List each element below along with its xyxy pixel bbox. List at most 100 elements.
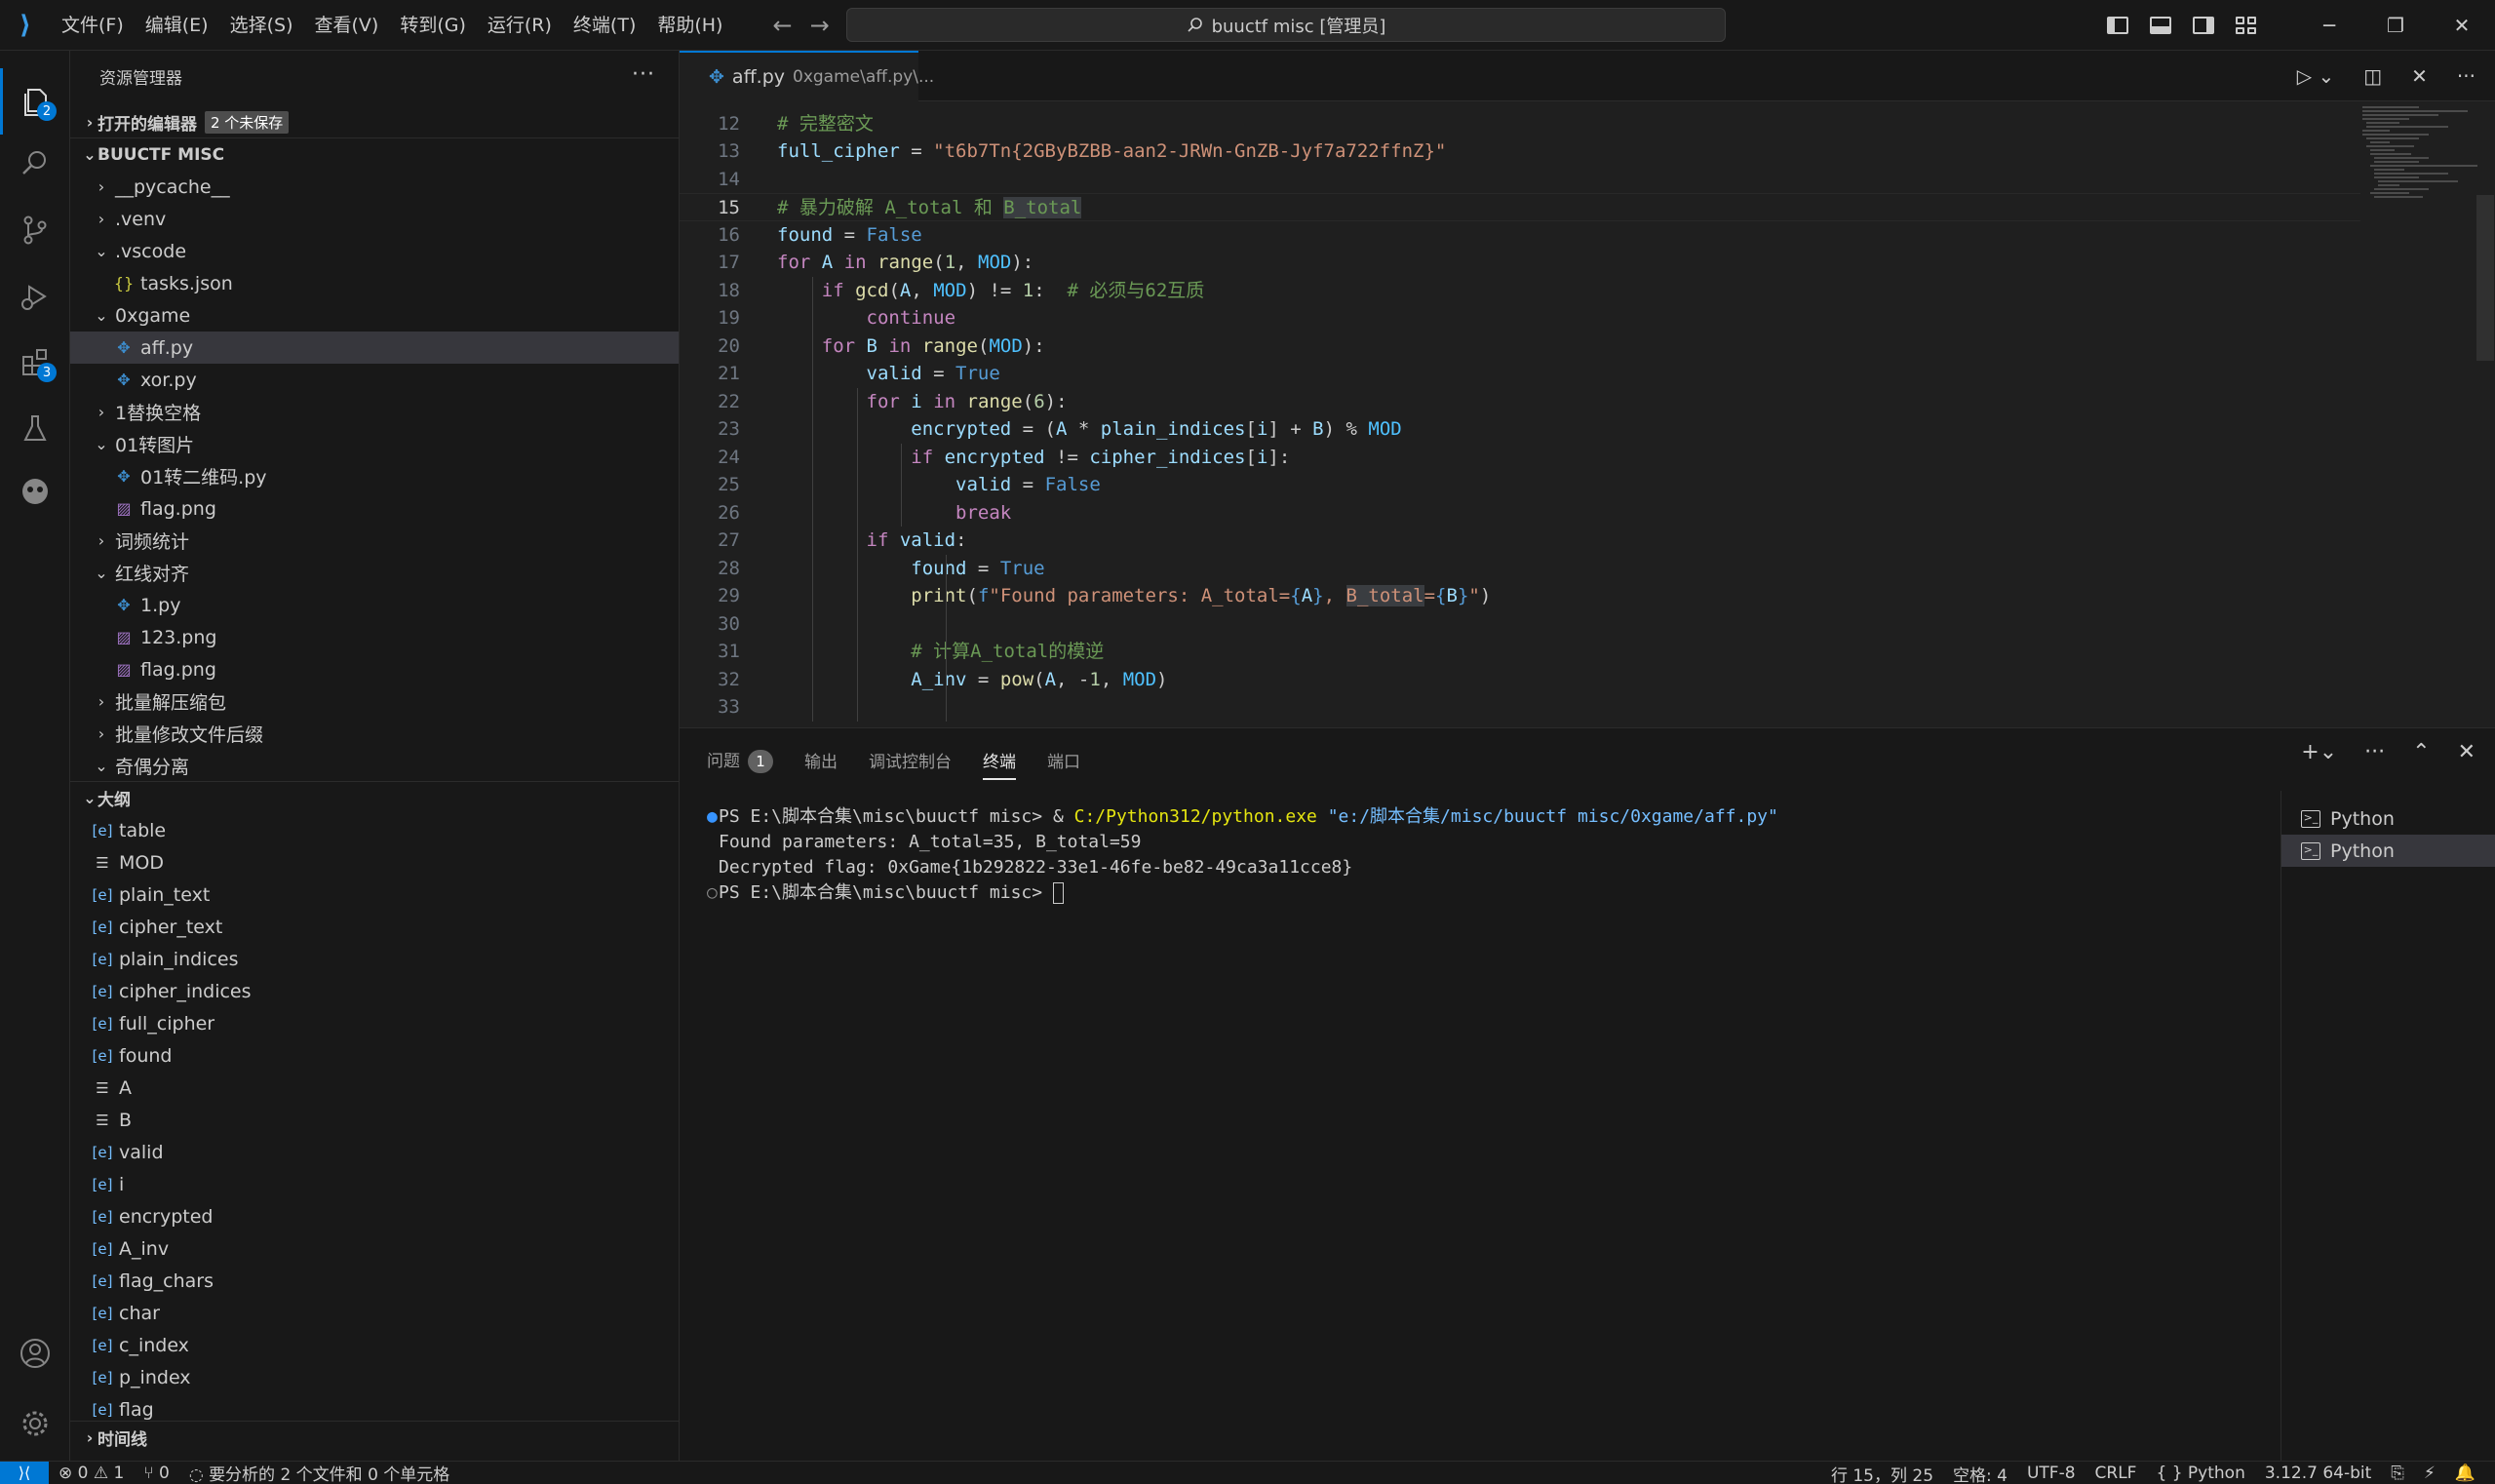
tree-item-flag-png[interactable]: ▨ flag.png: [70, 653, 679, 685]
tree-item-01-py[interactable]: ✥ 01转二维码.py: [70, 460, 679, 492]
menu-file[interactable]: 文件(F): [51, 0, 135, 51]
outline-item[interactable]: ☰ A: [70, 1072, 679, 1104]
tree-item-pycache[interactable]: › __pycache__: [70, 171, 679, 203]
testing-icon[interactable]: [0, 396, 70, 462]
menu-terminal[interactable]: 终端(T): [563, 0, 646, 51]
outline-item[interactable]: [e] cipher_text: [70, 911, 679, 943]
section-outline[interactable]: ⌄ 大纲: [70, 782, 679, 814]
source-control-icon[interactable]: [0, 197, 70, 263]
analysis-status[interactable]: ◌ 要分析的 2 个文件和 0 个单元格: [179, 1461, 460, 1484]
tab-aff-py[interactable]: ✥ aff.py 0xgame\aff.py\...: [680, 51, 934, 101]
tree-item-vscode[interactable]: ⌄ .vscode: [70, 235, 679, 267]
minimap[interactable]: [2360, 101, 2495, 727]
tree-item-venv[interactable]: › .venv: [70, 203, 679, 235]
code-line[interactable]: 22 for i in range(6):: [680, 388, 2360, 416]
code-line[interactable]: 25 valid = False: [680, 471, 2360, 499]
cursor-position[interactable]: 行 15，列 25: [1821, 1462, 1943, 1484]
more-actions-icon[interactable]: ···: [632, 62, 655, 87]
outline-item[interactable]: [e] found: [70, 1039, 679, 1072]
code-line[interactable]: 28 found = True: [680, 555, 2360, 583]
settings-gear-icon[interactable]: [0, 1390, 70, 1457]
code-line[interactable]: 19 continue: [680, 304, 2360, 332]
remote-explorer-icon[interactable]: [0, 458, 70, 525]
outline-item[interactable]: [e] A_inv: [70, 1232, 679, 1265]
close-editor-icon[interactable]: ✕: [2411, 64, 2428, 88]
code-line[interactable]: 17 for A in range(1, MOD):: [680, 249, 2360, 277]
extensions-icon[interactable]: 3: [0, 330, 70, 396]
code-line[interactable]: 18 if gcd(A, MOD) != 1: # 必须与62互质: [680, 277, 2360, 305]
code-line[interactable]: 16 found = False: [680, 221, 2360, 250]
tree-item-item-17[interactable]: › 批量修改文件后缀: [70, 718, 679, 750]
tree-item-1-py[interactable]: ✥ 1.py: [70, 589, 679, 621]
tree-item-aff-py[interactable]: ✥ aff.py: [70, 332, 679, 364]
outline-item[interactable]: [e] i: [70, 1168, 679, 1200]
tree-item-item-12[interactable]: ⌄ 红线对齐: [70, 557, 679, 589]
outline-item[interactable]: [e] cipher_indices: [70, 975, 679, 1007]
command-center[interactable]: buuctf misc [管理员]: [846, 8, 1726, 42]
code-line[interactable]: 20 for B in range(MOD):: [680, 332, 2360, 361]
menu-run[interactable]: 运行(R): [477, 0, 563, 51]
indentation[interactable]: 空格: 4: [1943, 1462, 2017, 1484]
tab-problems[interactable]: 问题 1: [707, 747, 773, 773]
tree-item-0xgame[interactable]: ⌄ 0xgame: [70, 299, 679, 332]
tree-item-123-png[interactable]: ▨ 123.png: [70, 621, 679, 653]
menu-edit[interactable]: 编辑(E): [135, 0, 219, 51]
code-line[interactable]: 14: [680, 166, 2360, 194]
new-terminal-icon[interactable]: +⌄: [2301, 740, 2337, 764]
code-line[interactable]: 12 # 完整密文: [680, 110, 2360, 138]
code-line[interactable]: 15 # 暴力破解 A_total 和 B_total: [680, 193, 2360, 221]
language-mode[interactable]: { } Python: [2146, 1464, 2254, 1483]
code-line[interactable]: 27 if valid:: [680, 527, 2360, 555]
problems-status[interactable]: ⊗ 0 ⚠ 1: [49, 1464, 134, 1483]
code-line[interactable]: 33: [680, 693, 2360, 722]
outline-item[interactable]: [e] plain_text: [70, 879, 679, 911]
maximize-panel-icon[interactable]: ⌃: [2412, 740, 2430, 764]
explorer-icon[interactable]: 2: [0, 68, 70, 135]
terminal-tab-python-1[interactable]: >_ Python: [2281, 802, 2495, 835]
code-line[interactable]: 32 A_inv = pow(A, -1, MOD): [680, 666, 2360, 694]
live-share-icon[interactable]: ⚡: [2414, 1464, 2445, 1483]
more-actions-icon[interactable]: ···: [2457, 64, 2476, 88]
search-icon[interactable]: [0, 131, 70, 197]
menu-selection[interactable]: 选择(S): [219, 0, 304, 51]
code-line[interactable]: 30: [680, 610, 2360, 639]
code-line[interactable]: 13 full_cipher = "t6b7Tn{2GByBZBB-aan2-JR…: [680, 137, 2360, 166]
code-line[interactable]: 23 encrypted = (A * plain_indices[i] + B…: [680, 415, 2360, 444]
tree-item-item-18[interactable]: ⌄ 奇偶分离: [70, 750, 679, 782]
tab-ports[interactable]: 端口: [1047, 748, 1080, 772]
outline-item[interactable]: [e] encrypted: [70, 1200, 679, 1232]
section-workspace[interactable]: ⌄ BUUCTF MISC: [70, 138, 679, 171]
run-debug-icon[interactable]: [0, 263, 70, 330]
outline-item[interactable]: [e] table: [70, 814, 679, 846]
outline-item[interactable]: ☰ MOD: [70, 846, 679, 879]
forward-arrow-icon[interactable]: →: [810, 12, 830, 39]
minimize-button[interactable]: ─: [2296, 0, 2362, 51]
tree-item-xor-py[interactable]: ✥ xor.py: [70, 364, 679, 396]
section-timeline[interactable]: › 时间线: [70, 1422, 679, 1454]
code-line[interactable]: 24 if encrypted != cipher_indices[i]:: [680, 444, 2360, 472]
outline-item[interactable]: [e] valid: [70, 1136, 679, 1168]
menu-help[interactable]: 帮助(H): [646, 0, 733, 51]
outline-item[interactable]: [e] p_index: [70, 1361, 679, 1393]
code-line[interactable]: 11: [680, 101, 2360, 110]
close-window-button[interactable]: ✕: [2429, 0, 2495, 51]
code-line[interactable]: 26 break: [680, 499, 2360, 527]
toggle-panel-icon[interactable]: [2150, 17, 2171, 34]
tree-item-item-16[interactable]: › 批量解压缩包: [70, 685, 679, 718]
tree-item-tasks-json[interactable]: {} tasks.json: [70, 267, 679, 299]
tab-output[interactable]: 输出: [804, 748, 838, 772]
outline-item[interactable]: ☰ B: [70, 1104, 679, 1136]
close-panel-icon[interactable]: ✕: [2458, 740, 2476, 764]
code-editor[interactable]: 11 12 # 完整密文 13 full_cipher = "t6b7Tn{2GByBZ…: [680, 101, 2360, 727]
customize-layout-icon[interactable]: [2236, 17, 2257, 34]
notifications-bell-icon[interactable]: 🔔: [2445, 1464, 2485, 1483]
tree-item-flag-png[interactable]: ▨ flag.png: [70, 492, 679, 525]
remote-indicator-icon[interactable]: ⟩⟨: [0, 1461, 49, 1484]
tree-item-01[interactable]: ⌄ 01转图片: [70, 428, 679, 460]
split-editor-icon[interactable]: ◫: [2363, 64, 2382, 88]
editor-scrollbar[interactable]: [2476, 195, 2494, 361]
outline-item[interactable]: [e] c_index: [70, 1329, 679, 1361]
end-of-line[interactable]: CRLF: [2086, 1464, 2147, 1483]
tree-item-1[interactable]: › 1替换空格: [70, 396, 679, 428]
toggle-secondary-sidebar-icon[interactable]: [2193, 17, 2214, 34]
